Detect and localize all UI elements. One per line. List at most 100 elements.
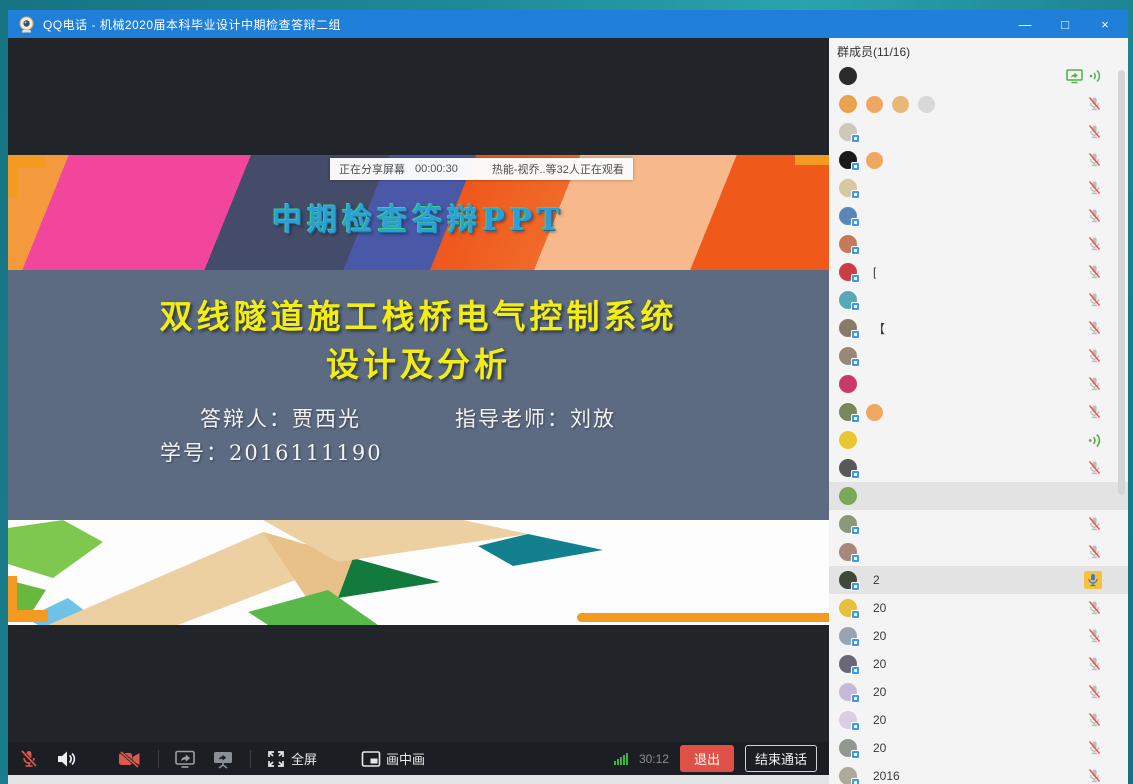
exit-button[interactable]: 退出 — [680, 745, 734, 772]
muted-mic-icon[interactable] — [1087, 712, 1102, 728]
member-row[interactable] — [829, 454, 1128, 482]
end-call-button[interactable]: 结束通话 — [745, 745, 817, 772]
microphone-muted-button[interactable] — [18, 748, 40, 770]
member-status — [1087, 320, 1102, 336]
webcam-app-icon — [18, 16, 35, 33]
camera-off-button[interactable] — [117, 748, 143, 770]
member-row[interactable] — [829, 146, 1128, 174]
member-row[interactable] — [829, 174, 1128, 202]
muted-mic-icon[interactable] — [1087, 264, 1102, 280]
muted-mic-icon[interactable] — [1087, 180, 1102, 196]
member-avatar — [839, 403, 857, 421]
screen-sharing-icon — [1066, 69, 1102, 84]
member-row[interactable]: 20 — [829, 650, 1128, 678]
muted-mic-icon[interactable] — [1087, 740, 1102, 756]
member-name: [ — [873, 265, 876, 279]
extra-avatar — [918, 96, 935, 113]
member-row[interactable] — [829, 202, 1128, 230]
member-row[interactable]: 20 — [829, 734, 1128, 762]
member-row[interactable]: 【 — [829, 314, 1128, 342]
muted-mic-icon[interactable] — [1087, 124, 1102, 140]
picture-in-picture-button[interactable]: 画中画 — [361, 749, 425, 768]
speaker-button[interactable] — [55, 748, 77, 770]
minimize-button[interactable]: — — [1012, 13, 1038, 35]
device-badge — [851, 218, 860, 227]
muted-mic-icon[interactable] — [1087, 292, 1102, 308]
call-toolbar: 全屏 画中画 30:12 退 — [8, 742, 829, 775]
member-row[interactable] — [829, 342, 1128, 370]
member-status — [1087, 180, 1102, 196]
muted-mic-icon[interactable] — [1087, 768, 1102, 784]
member-row[interactable] — [829, 398, 1128, 426]
member-row[interactable]: 20 — [829, 594, 1128, 622]
extra-avatars — [866, 96, 935, 113]
member-name: 20 — [873, 713, 886, 727]
device-badge — [851, 582, 860, 591]
member-avatar — [839, 123, 857, 141]
muted-mic-icon[interactable] — [1087, 544, 1102, 560]
member-row[interactable]: 20 — [829, 622, 1128, 650]
muted-mic-icon[interactable] — [1087, 376, 1102, 392]
member-avatar — [839, 207, 857, 225]
close-button[interactable]: × — [1092, 13, 1118, 35]
member-status — [1087, 712, 1102, 728]
member-row[interactable] — [829, 510, 1128, 538]
members-sidebar: 群成员(11/16) — [829, 38, 1128, 784]
member-row[interactable] — [829, 90, 1128, 118]
muted-mic-icon[interactable] — [1087, 516, 1102, 532]
muted-mic-icon[interactable] — [1087, 348, 1102, 364]
member-row[interactable] — [829, 482, 1128, 510]
member-row[interactable]: 20 — [829, 678, 1128, 706]
muted-mic-icon[interactable] — [1087, 96, 1102, 112]
member-status — [1087, 96, 1102, 112]
member-row[interactable]: [ — [829, 258, 1128, 286]
muted-mic-icon[interactable] — [1087, 152, 1102, 168]
maximize-button[interactable]: □ — [1052, 13, 1078, 35]
muted-mic-icon[interactable] — [1087, 208, 1102, 224]
sidebar-scrollbar[interactable] — [1118, 70, 1125, 495]
member-row[interactable] — [829, 426, 1128, 454]
muted-mic-icon[interactable] — [1087, 656, 1102, 672]
device-badge — [851, 302, 860, 311]
member-row[interactable] — [829, 62, 1128, 90]
member-row[interactable] — [829, 230, 1128, 258]
muted-mic-icon[interactable] — [1087, 236, 1102, 252]
member-row[interactable] — [829, 538, 1128, 566]
active-mic-icon[interactable] — [1084, 571, 1102, 589]
member-row[interactable]: 2 — [829, 566, 1128, 594]
muted-mic-icon[interactable] — [1087, 404, 1102, 420]
member-row[interactable] — [829, 118, 1128, 146]
device-badge — [851, 358, 860, 367]
member-avatar — [839, 291, 857, 309]
pip-label: 画中画 — [386, 749, 425, 768]
member-avatar — [839, 431, 857, 449]
member-avatar — [839, 487, 857, 505]
pencil-tips-graphic — [8, 520, 829, 625]
viewers-count-text: 热能-视乔..等32人正在观看 — [492, 161, 624, 177]
member-row[interactable] — [829, 370, 1128, 398]
presenter-name: 答辩人：贾西光 — [200, 403, 361, 433]
muted-mic-icon[interactable] — [1087, 460, 1102, 476]
member-row[interactable]: 20 — [829, 706, 1128, 734]
member-avatar — [839, 179, 857, 197]
sharing-elapsed-time: 00:00:30 — [415, 163, 458, 175]
member-status — [1087, 208, 1102, 224]
advisor-name: 指导老师：刘放 — [455, 403, 616, 433]
screen-share-button[interactable] — [174, 748, 196, 770]
speaking-icon — [1088, 433, 1102, 448]
member-row[interactable]: 2016 — [829, 762, 1128, 784]
member-name: 20 — [873, 629, 886, 643]
members-header: 群成员(11/16) — [829, 38, 1128, 62]
member-name: 20 — [873, 601, 886, 615]
extra-avatar — [866, 152, 883, 169]
member-row[interactable] — [829, 286, 1128, 314]
whiteboard-share-button[interactable] — [211, 748, 235, 770]
muted-mic-icon[interactable] — [1087, 600, 1102, 616]
muted-mic-icon[interactable] — [1087, 628, 1102, 644]
fullscreen-button[interactable]: 全屏 — [266, 749, 317, 769]
member-avatar — [839, 739, 857, 757]
device-badge — [851, 694, 860, 703]
muted-mic-icon[interactable] — [1087, 320, 1102, 336]
member-status — [1084, 571, 1102, 589]
muted-mic-icon[interactable] — [1087, 684, 1102, 700]
